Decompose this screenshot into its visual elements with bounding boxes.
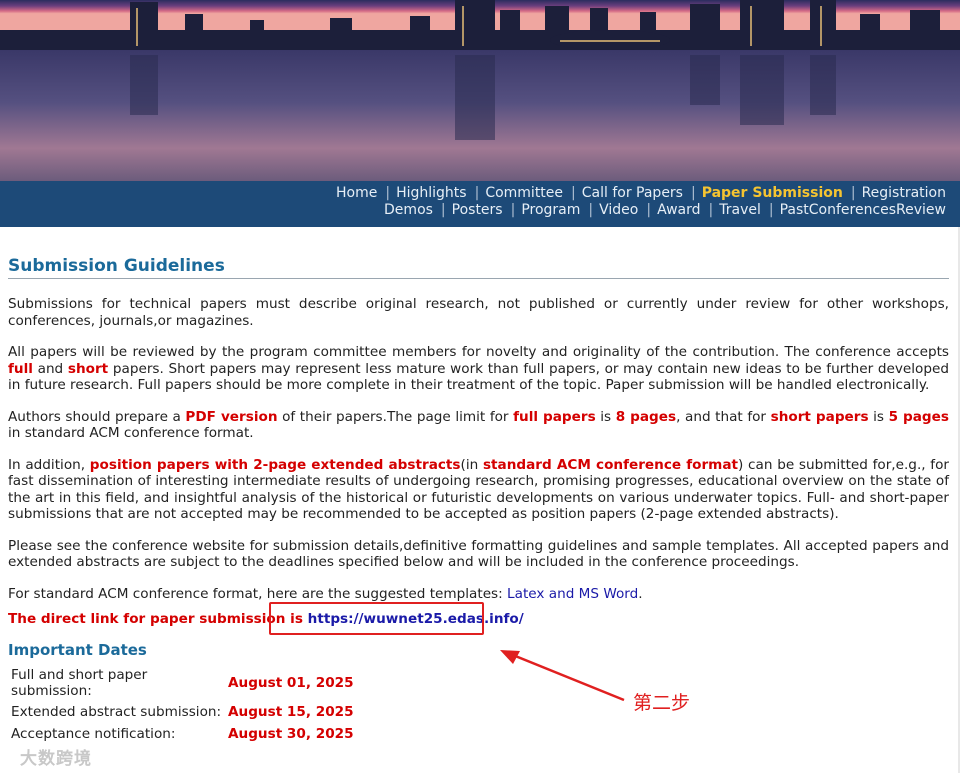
annotation-step-label: 第二步 [633, 692, 691, 714]
watermark-logo: 大数跨境 [20, 749, 92, 769]
annotation-arrow-icon [500, 650, 625, 702]
